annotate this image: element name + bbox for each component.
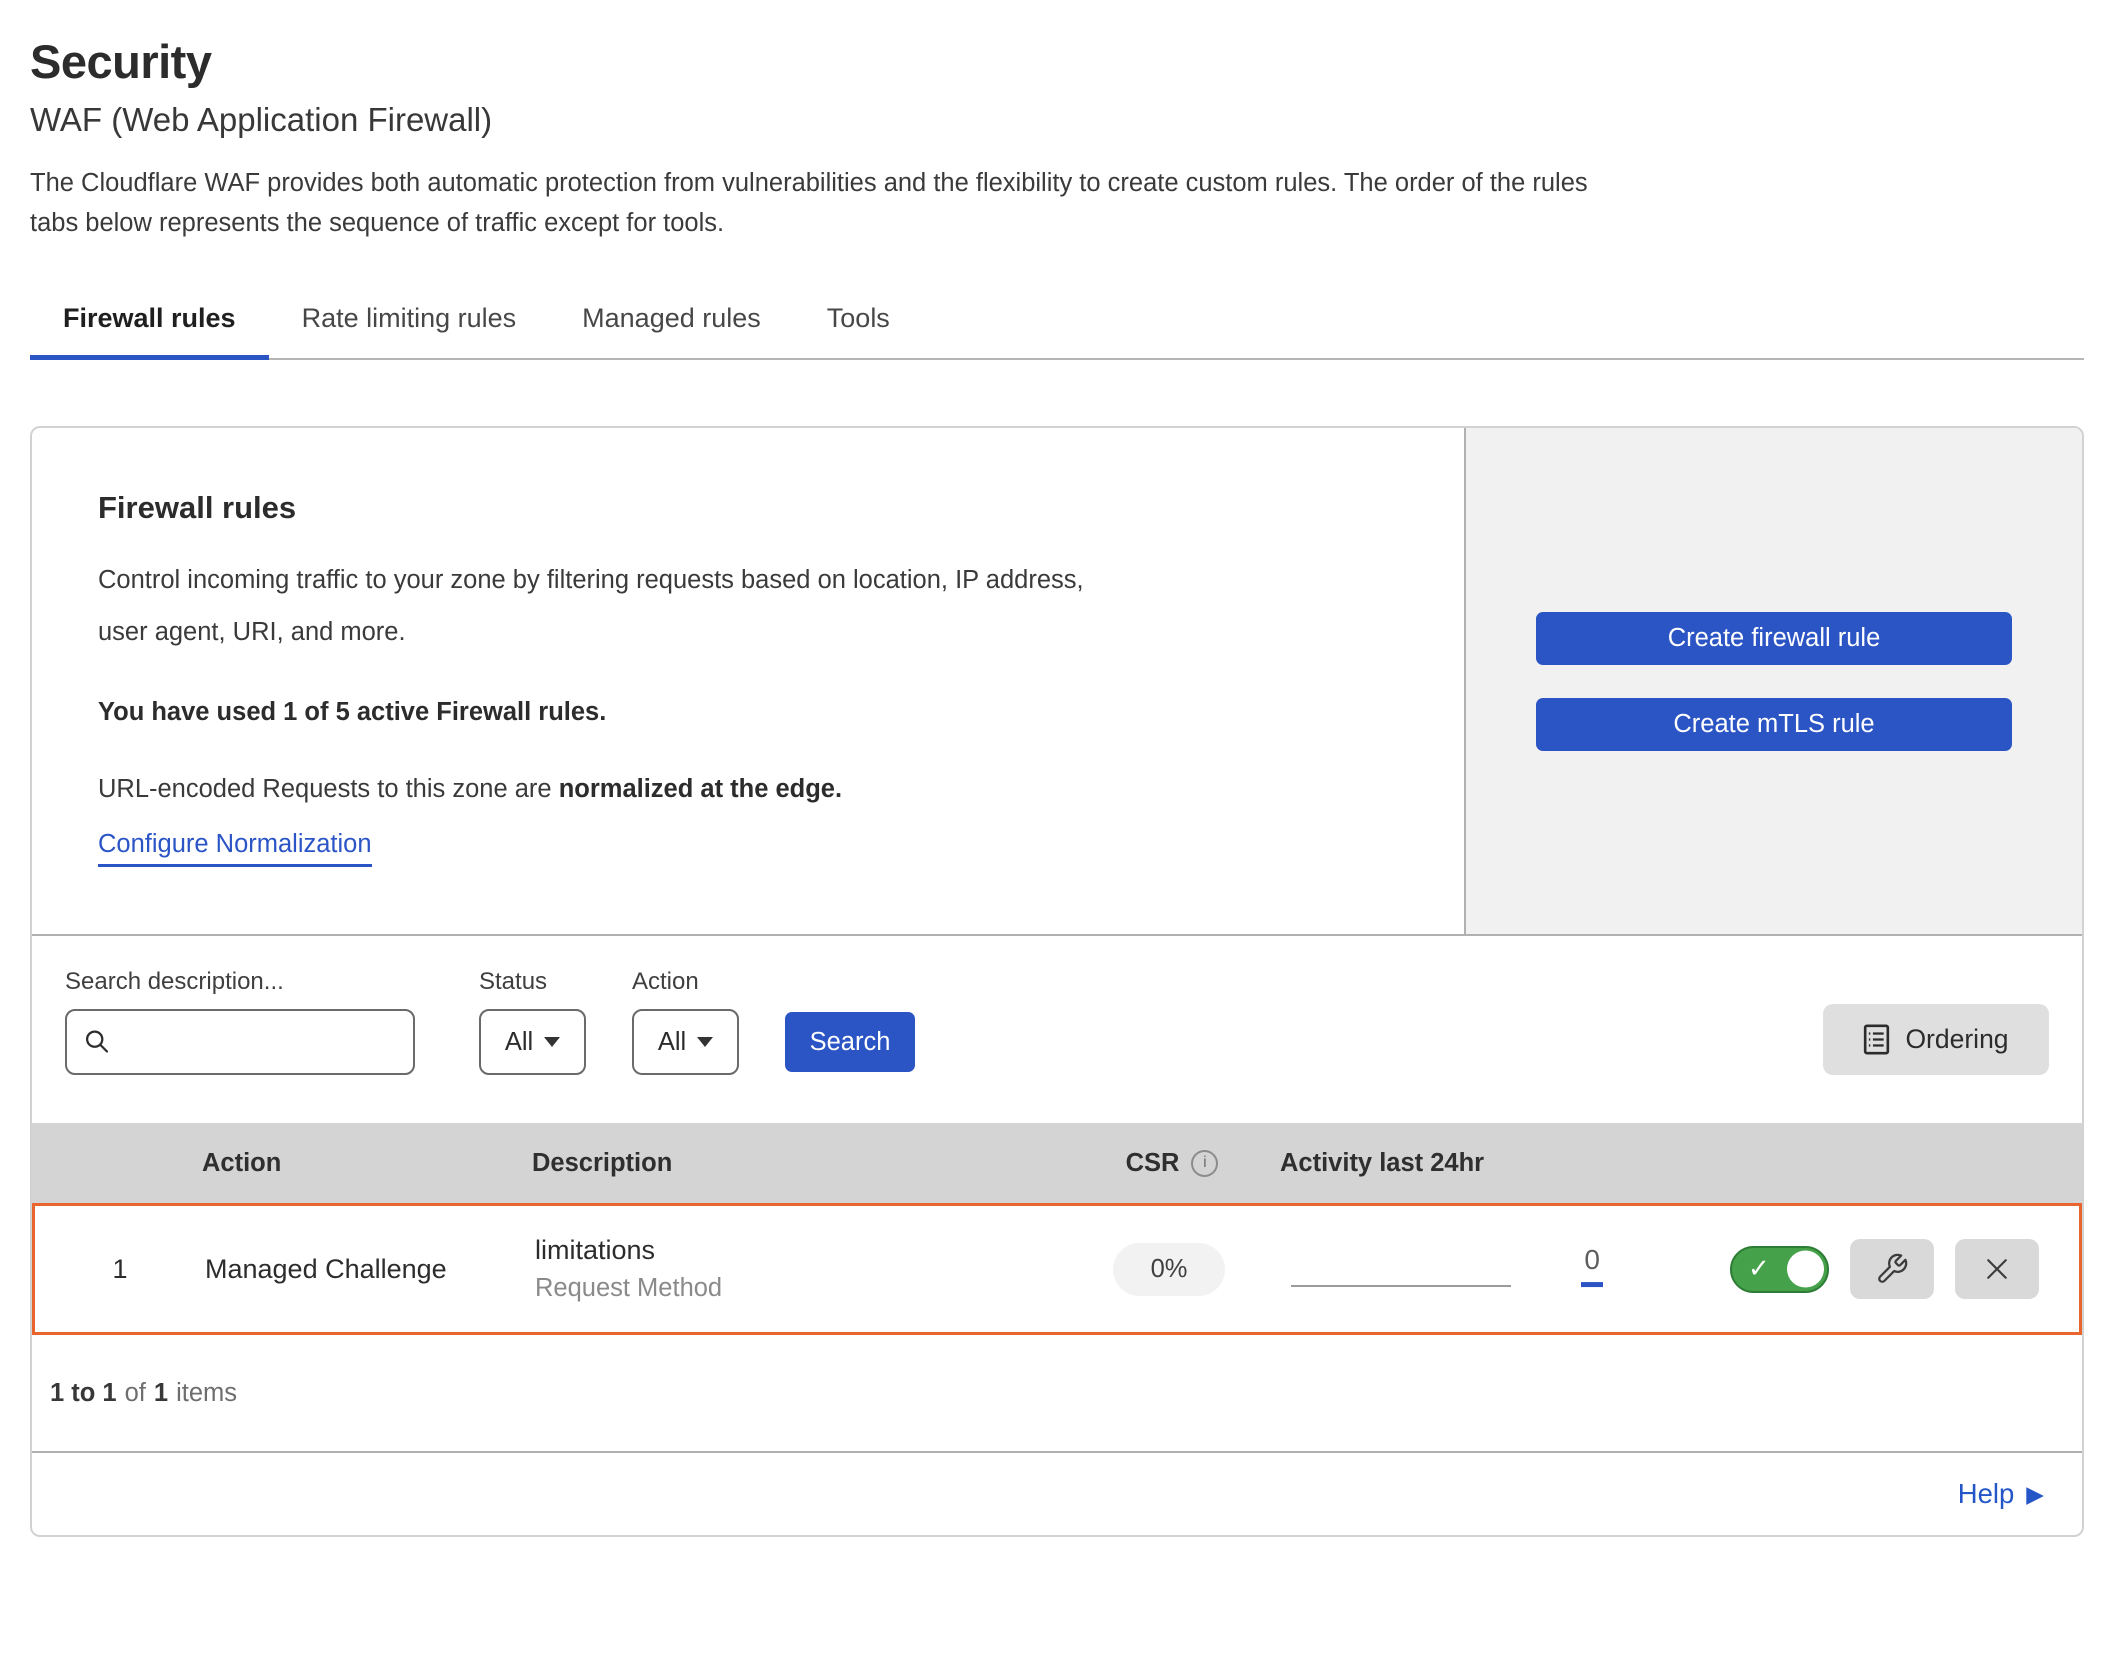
tab-tools[interactable]: Tools (794, 287, 923, 358)
filter-bar: Search description... Status All (32, 936, 2082, 1123)
rule-expression-summary: Request Method (535, 1274, 1069, 1303)
info-icon[interactable]: i (1191, 1150, 1218, 1177)
page-description-line2: tabs below represents the sequence of tr… (30, 209, 724, 237)
delete-rule-button[interactable] (1955, 1239, 2039, 1299)
tab-rate-limiting-rules[interactable]: Rate limiting rules (269, 287, 550, 358)
page-title: Security (30, 34, 2084, 89)
action-select[interactable]: All (632, 1009, 739, 1075)
table-row: 1 Managed Challenge limitations Request … (32, 1203, 2082, 1335)
status-label: Status (479, 968, 586, 996)
page-description: The Cloudflare WAF provides both automat… (30, 163, 2084, 243)
security-waf-page: Security WAF (Web Application Firewall) … (0, 34, 2114, 1672)
rule-csr-cell: 0% (1069, 1243, 1269, 1296)
search-icon (83, 1028, 112, 1057)
actions-panel: Create firewall rule Create mTLS rule (1464, 428, 2082, 934)
tab-firewall-rules[interactable]: Firewall rules (30, 287, 269, 358)
firewall-rules-card: Firewall rules Control incoming traffic … (30, 426, 2084, 1537)
items-of-word: of (125, 1379, 146, 1408)
help-footer: Help ▶ (32, 1451, 2082, 1535)
tab-managed-rules[interactable]: Managed rules (549, 287, 794, 358)
header-description: Description (532, 1149, 1072, 1178)
search-label: Search description... (65, 968, 415, 996)
activity-sparkline (1291, 1285, 1511, 1287)
waf-tabs: Firewall rules Rate limiting rules Manag… (30, 287, 2084, 360)
rule-activity-cell: 0 (1269, 1206, 1629, 1332)
status-select-value: All (505, 1028, 533, 1057)
search-button[interactable]: Search (785, 1012, 915, 1072)
overview-body-line1: Control incoming traffic to your zone by… (98, 566, 1084, 594)
help-link[interactable]: Help ▶ (1958, 1478, 2044, 1510)
status-filter-group: Status All (479, 968, 586, 1075)
header-csr: CSR i (1072, 1149, 1272, 1178)
normalization-note: URL-encoded Requests to this zone are no… (98, 775, 1398, 804)
firewall-rules-overview: Firewall rules Control incoming traffic … (32, 428, 2082, 936)
page-subtitle: WAF (Web Application Firewall) (30, 101, 2084, 139)
header-activity: Activity last 24hr (1272, 1149, 1632, 1178)
overview-text-panel: Firewall rules Control incoming traffic … (32, 428, 1464, 934)
close-icon (1982, 1254, 2012, 1284)
activity-count-link[interactable]: 0 (1581, 1244, 1603, 1287)
ordering-list-icon (1863, 1024, 1890, 1055)
rule-enabled-toggle[interactable]: ✓ (1730, 1246, 1829, 1293)
chevron-down-icon (544, 1037, 560, 1047)
action-filter-group: Action All (632, 968, 739, 1075)
overview-body: Control incoming traffic to your zone by… (98, 554, 1398, 658)
rules-table-header: Action Description CSR i Activity last 2… (32, 1123, 2082, 1203)
ordering-button[interactable]: Ordering (1823, 1004, 2049, 1075)
items-range: 1 to 1 (50, 1379, 117, 1408)
normalization-note-prefix: URL-encoded Requests to this zone are (98, 775, 559, 803)
search-input[interactable] (65, 1009, 415, 1075)
header-action: Action (202, 1149, 532, 1178)
create-firewall-rule-button[interactable]: Create firewall rule (1536, 612, 2012, 665)
rule-order: 1 (35, 1254, 205, 1285)
overview-body-line2: user agent, URI, and more. (98, 618, 406, 646)
help-arrow-icon: ▶ (2026, 1483, 2044, 1506)
configure-normalization-link[interactable]: Configure Normalization (98, 830, 372, 867)
action-label: Action (632, 968, 739, 996)
rule-controls: ✓ (1629, 1239, 2079, 1299)
create-mtls-rule-button[interactable]: Create mTLS rule (1536, 698, 2012, 751)
edit-rule-button[interactable] (1850, 1239, 1934, 1299)
items-total: 1 (154, 1379, 168, 1408)
normalization-note-bold: normalized at the edge. (559, 775, 842, 803)
csr-badge: 0% (1113, 1243, 1226, 1296)
header-csr-label: CSR (1126, 1149, 1180, 1178)
toggle-knob (1787, 1251, 1824, 1288)
usage-summary: You have used 1 of 5 active Firewall rul… (98, 698, 1398, 727)
ordering-button-label: Ordering (1905, 1024, 2008, 1055)
chevron-down-icon (697, 1037, 713, 1047)
wrench-icon (1875, 1252, 1909, 1286)
search-box (65, 1009, 415, 1075)
items-word: items (176, 1379, 237, 1408)
help-link-label: Help (1958, 1478, 2015, 1510)
page-description-line1: The Cloudflare WAF provides both automat… (30, 169, 1588, 197)
overview-heading: Firewall rules (98, 490, 1398, 526)
action-select-value: All (658, 1028, 686, 1057)
rule-description[interactable]: limitations (535, 1235, 1069, 1266)
check-icon: ✓ (1748, 1253, 1770, 1284)
search-group: Search description... (65, 968, 415, 1075)
rule-action: Managed Challenge (205, 1254, 535, 1285)
items-summary: 1 to 1 of 1 items (32, 1335, 2082, 1451)
status-select[interactable]: All (479, 1009, 586, 1075)
rule-description-cell: limitations Request Method (535, 1235, 1069, 1303)
